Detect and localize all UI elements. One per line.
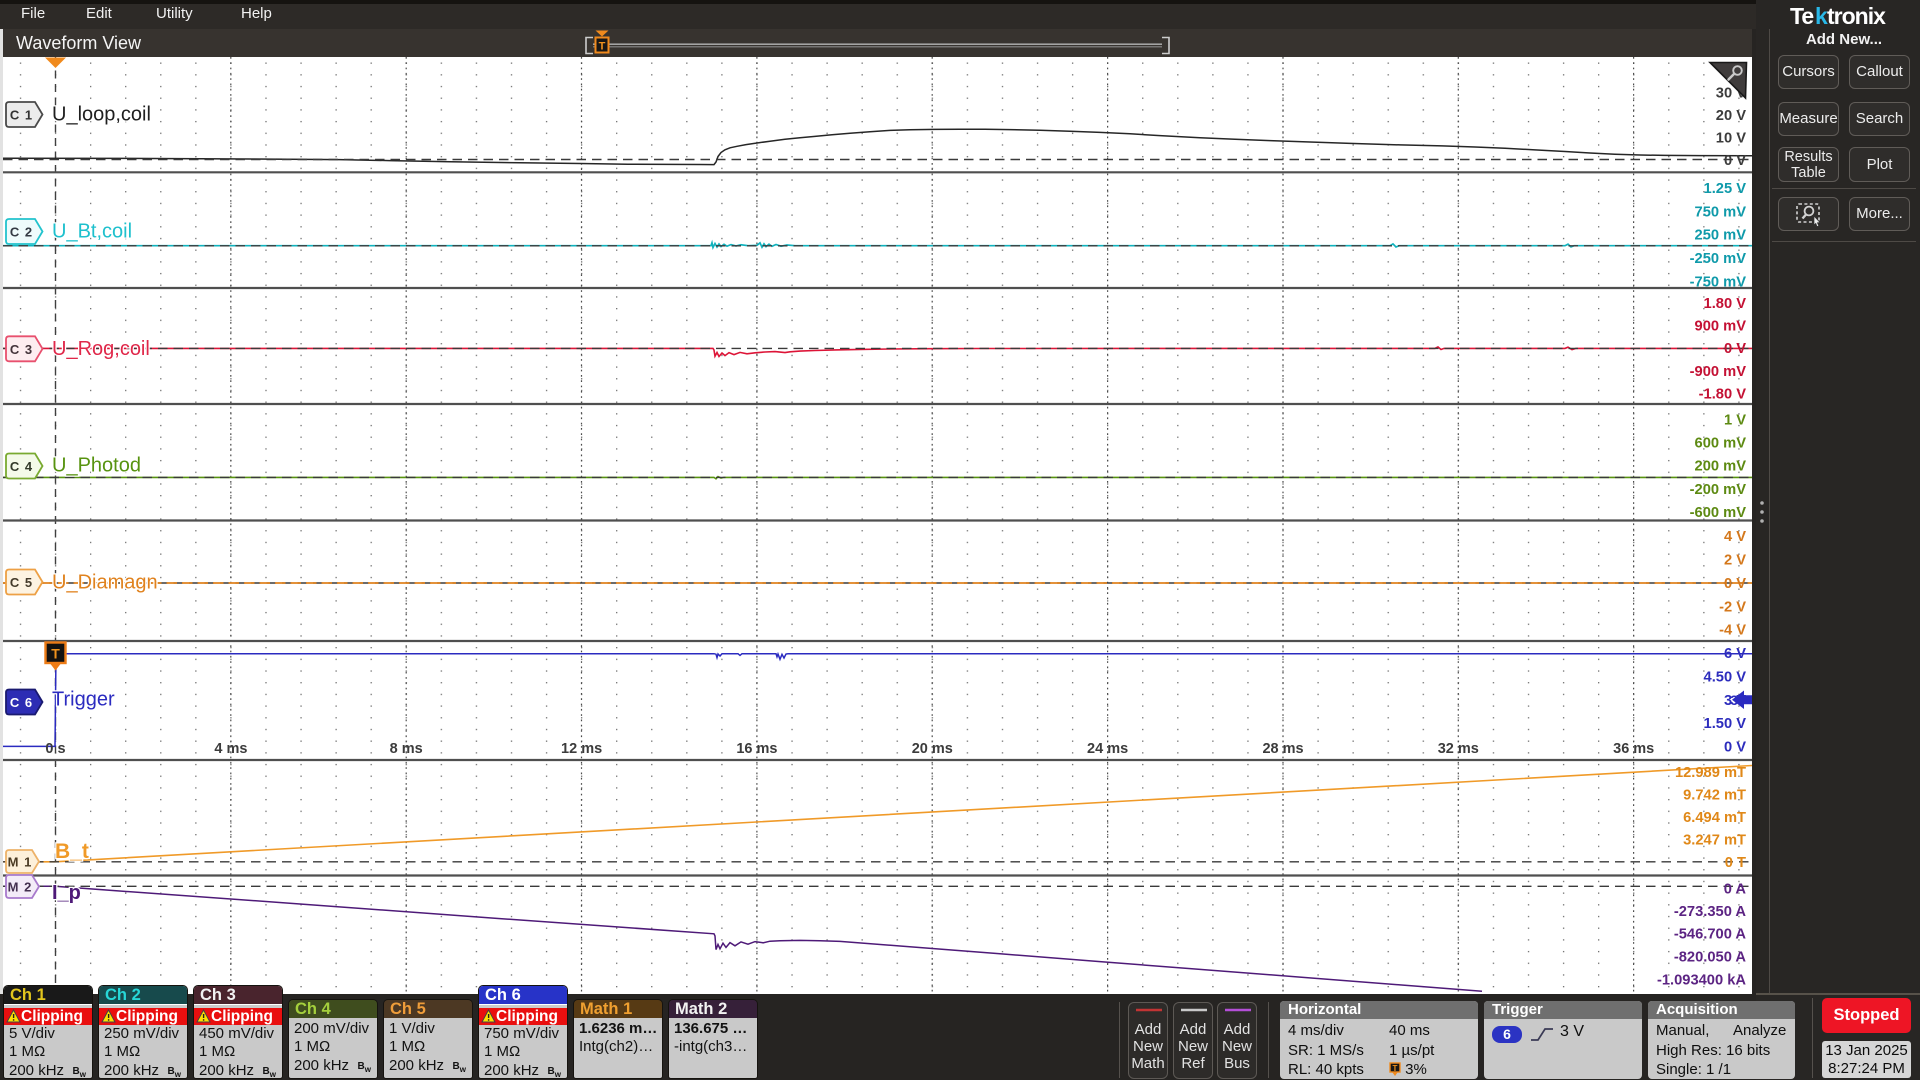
- svg-text:600 mV: 600 mV: [1695, 436, 1747, 452]
- svg-text:-750 mV: -750 mV: [1690, 275, 1747, 291]
- svg-text:M 2: M 2: [8, 880, 33, 895]
- svg-text:tronix: tronix: [1827, 3, 1886, 29]
- svg-text:C 5: C 5: [10, 575, 33, 590]
- svg-text:32 ms: 32 ms: [1438, 741, 1479, 757]
- svg-text:24 ms: 24 ms: [1087, 741, 1128, 757]
- svg-text:-2 V: -2 V: [1719, 600, 1746, 616]
- svg-text:0 V: 0 V: [1724, 341, 1746, 357]
- svg-text:0 V: 0 V: [1724, 153, 1746, 169]
- svg-text:C 6: C 6: [10, 695, 33, 710]
- svg-text:U_Rog,coil: U_Rog,coil: [52, 338, 150, 360]
- svg-text:20 ms: 20 ms: [912, 741, 953, 757]
- svg-text:T: T: [51, 646, 60, 662]
- svg-text:M 1: M 1: [8, 855, 33, 870]
- svg-text:1 V: 1 V: [1724, 413, 1746, 429]
- svg-text:900 mV: 900 mV: [1695, 319, 1747, 335]
- svg-text:Trigger: Trigger: [52, 689, 115, 711]
- svg-text:U_Photod: U_Photod: [52, 455, 141, 477]
- svg-text:-900 mV: -900 mV: [1690, 364, 1747, 380]
- svg-text:0 V: 0 V: [1724, 576, 1746, 592]
- svg-text:U_Bt,coil: U_Bt,coil: [52, 221, 132, 243]
- svg-text:-250 mV: -250 mV: [1690, 251, 1747, 267]
- svg-text:750 mV: 750 mV: [1695, 205, 1747, 221]
- svg-text:2 V: 2 V: [1724, 553, 1746, 569]
- svg-text:-273.350 A: -273.350 A: [1674, 904, 1747, 920]
- svg-text:0 s: 0 s: [45, 741, 65, 757]
- svg-text:6.494 mT: 6.494 mT: [1683, 810, 1746, 826]
- svg-text:Te: Te: [1790, 3, 1813, 29]
- svg-text:20 V: 20 V: [1716, 108, 1746, 124]
- svg-text:-546.700 A: -546.700 A: [1674, 927, 1747, 943]
- svg-text:T: T: [599, 41, 606, 53]
- svg-text:16 ms: 16 ms: [736, 741, 777, 757]
- svg-text:6 V: 6 V: [1724, 646, 1746, 662]
- svg-text:10 V: 10 V: [1716, 131, 1746, 147]
- svg-text:4 ms: 4 ms: [214, 741, 247, 757]
- svg-text:-820.050 A: -820.050 A: [1674, 950, 1747, 966]
- svg-text:T: T: [1393, 1064, 1398, 1073]
- svg-text:-1.093400 kA: -1.093400 kA: [1657, 973, 1746, 989]
- svg-text:8 ms: 8 ms: [390, 741, 423, 757]
- svg-text:1.25 V: 1.25 V: [1704, 181, 1747, 197]
- svg-text:B_t: B_t: [55, 840, 89, 863]
- svg-text:36 ms: 36 ms: [1613, 741, 1654, 757]
- svg-text:200 mV: 200 mV: [1695, 459, 1747, 475]
- svg-text:12.989 mT: 12.989 mT: [1675, 765, 1746, 781]
- svg-text:28 ms: 28 ms: [1262, 741, 1303, 757]
- svg-text:250 mV: 250 mV: [1695, 228, 1747, 244]
- svg-text:4 V: 4 V: [1724, 529, 1746, 545]
- svg-text:1.80 V: 1.80 V: [1704, 296, 1747, 312]
- svg-text:-1.80 V: -1.80 V: [1699, 387, 1747, 403]
- svg-text:-4 V: -4 V: [1719, 623, 1746, 639]
- svg-text:U_loop,coil: U_loop,coil: [52, 104, 151, 126]
- svg-text:9.742 mT: 9.742 mT: [1683, 788, 1746, 804]
- svg-text:C 2: C 2: [10, 225, 33, 240]
- svg-text:0 T: 0 T: [1725, 855, 1746, 871]
- svg-text:0 A: 0 A: [1724, 882, 1747, 898]
- svg-text:-600 mV: -600 mV: [1690, 505, 1747, 521]
- svg-text:12 ms: 12 ms: [561, 741, 602, 757]
- svg-text:C 3: C 3: [10, 342, 33, 357]
- svg-text:3.247 mT: 3.247 mT: [1683, 833, 1746, 849]
- svg-text:I_p: I_p: [52, 882, 81, 904]
- svg-text:4.50 V: 4.50 V: [1704, 670, 1747, 686]
- svg-text:0 V: 0 V: [1724, 740, 1746, 756]
- svg-text:C 4: C 4: [10, 459, 33, 474]
- svg-text:C 1: C 1: [10, 108, 33, 123]
- svg-text:U_Diamagn: U_Diamagn: [52, 572, 158, 594]
- svg-text:-200 mV: -200 mV: [1690, 482, 1747, 498]
- svg-text:1.50 V: 1.50 V: [1704, 716, 1747, 732]
